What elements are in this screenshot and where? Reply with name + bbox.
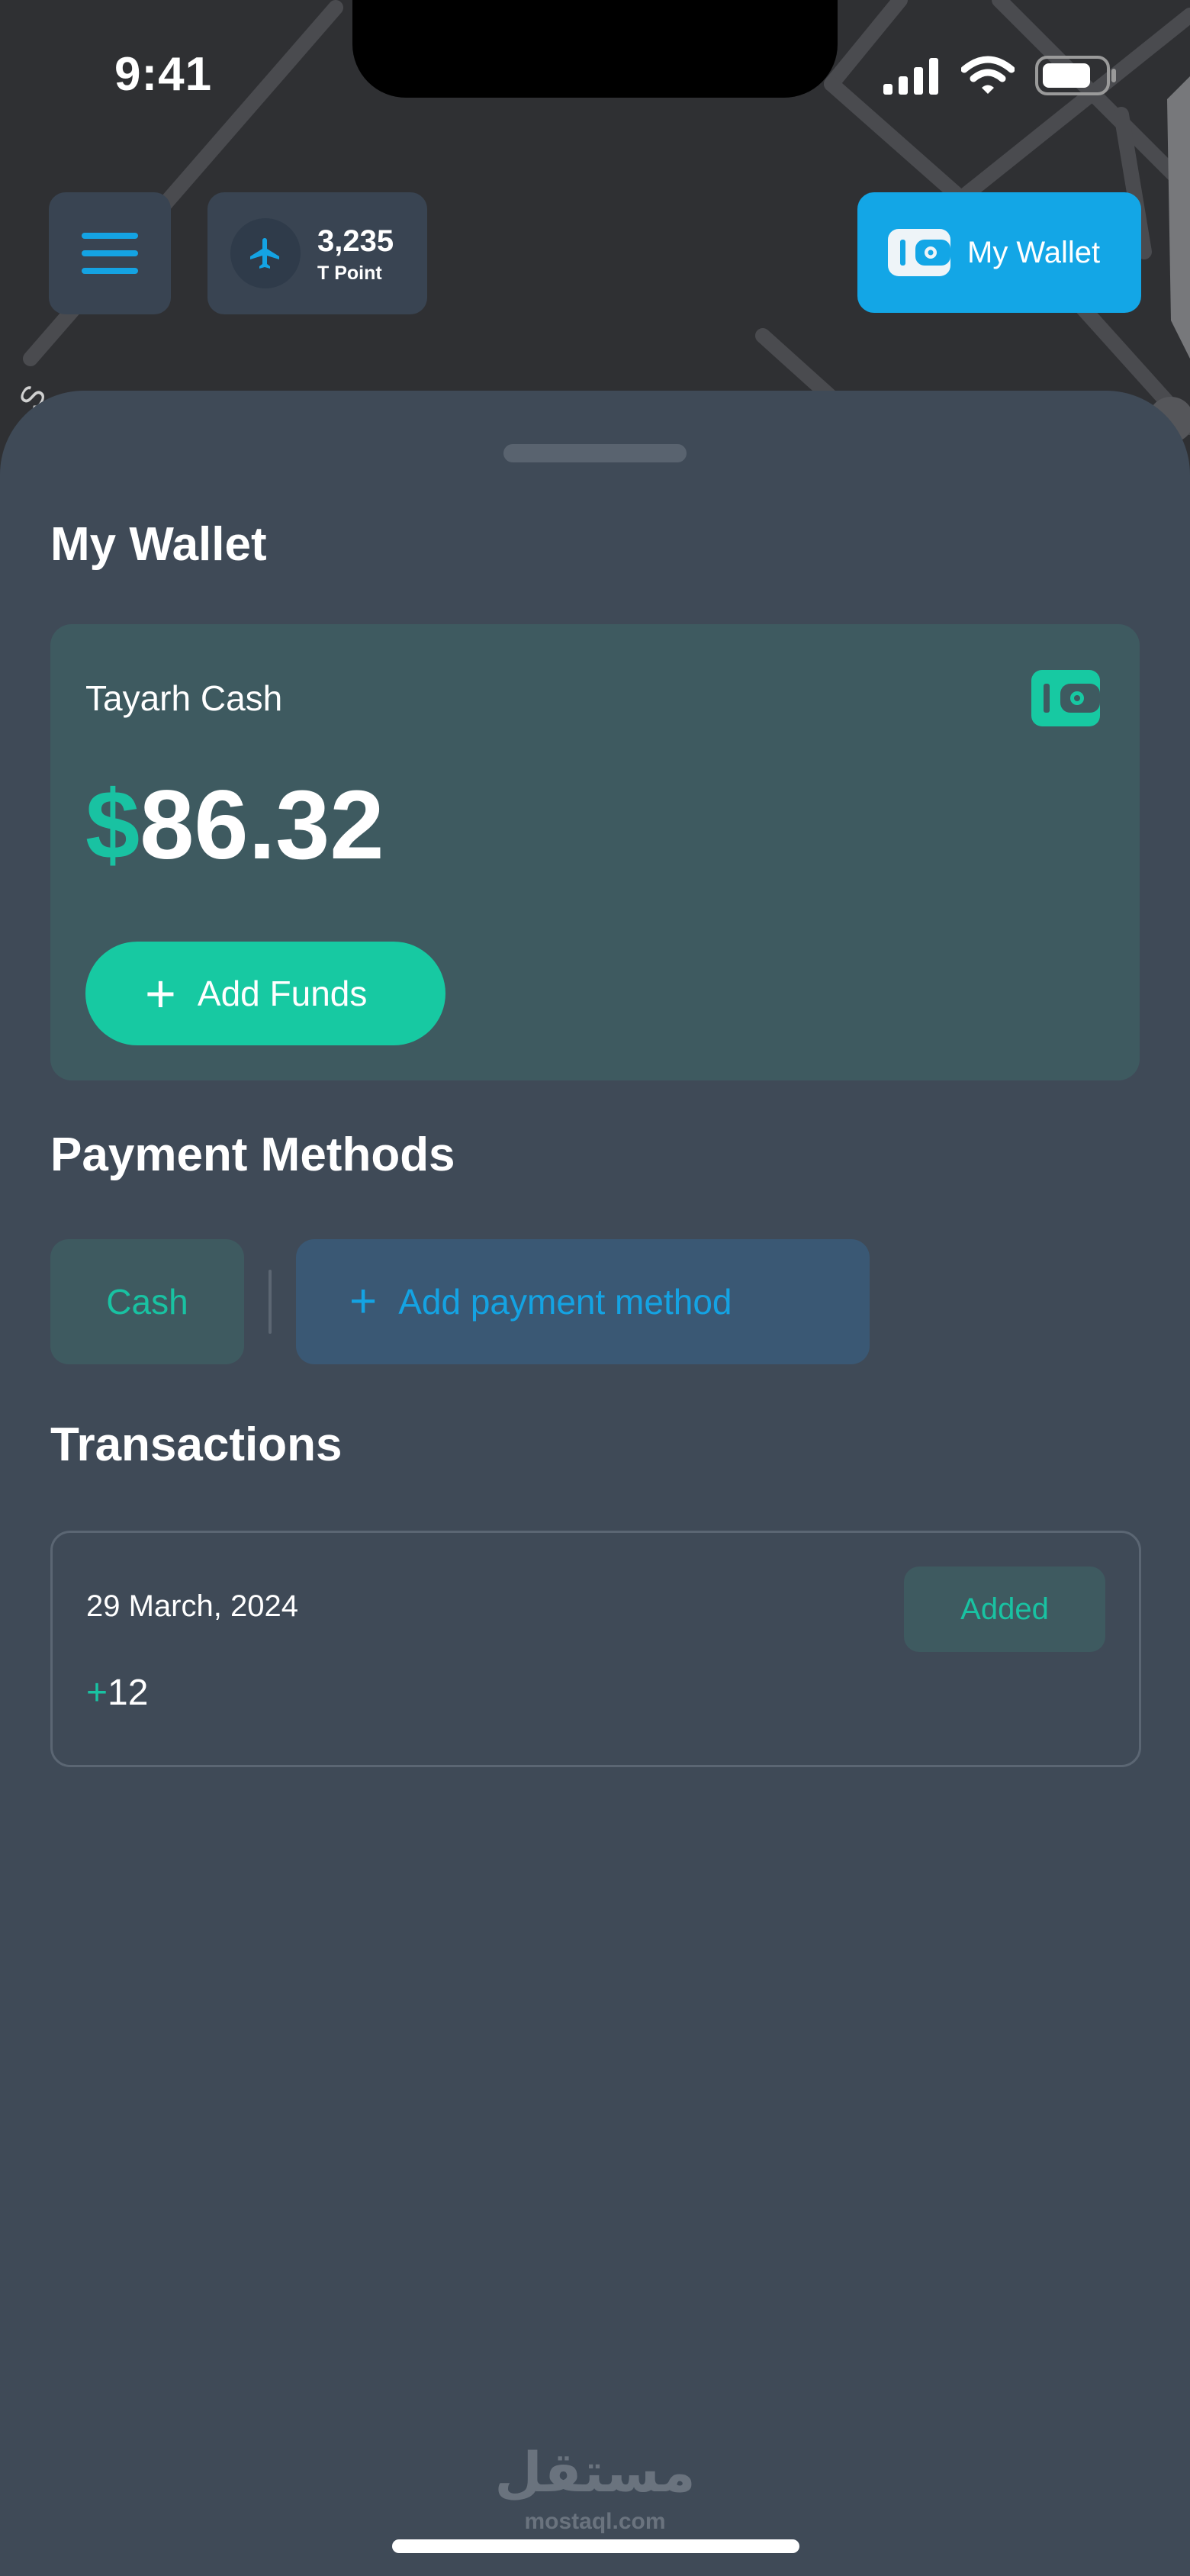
my-wallet-button[interactable]: My Wallet xyxy=(857,192,1141,313)
status-badge: Added xyxy=(904,1567,1105,1652)
amount-value: 12 xyxy=(108,1673,149,1713)
hamburger-menu-icon xyxy=(82,233,138,274)
my-wallet-button-label: My Wallet xyxy=(967,235,1101,269)
watermark-arabic: مستقل xyxy=(494,2442,696,2504)
add-payment-method-label: Add payment method xyxy=(398,1282,732,1322)
currency-symbol: $ xyxy=(85,771,140,880)
payment-method-cash[interactable]: Cash xyxy=(50,1239,244,1364)
divider xyxy=(269,1270,272,1334)
add-funds-button[interactable]: + Add Funds xyxy=(85,942,445,1045)
balance-card-label: Tayarh Cash xyxy=(85,678,283,718)
balance-value: 86.32 xyxy=(140,771,384,880)
payment-methods-title: Payment Methods xyxy=(50,1129,455,1181)
amount-sign: + xyxy=(86,1673,108,1713)
airplane-icon xyxy=(250,238,279,269)
status-icons xyxy=(883,55,1117,96)
page-title: My Wallet xyxy=(50,518,267,571)
transaction-amount: +12 xyxy=(86,1672,148,1714)
wallet-sheet: My Wallet Tayarh Cash $86.32 + Add Funds… xyxy=(0,391,1190,2576)
balance-card: Tayarh Cash $86.32 + Add Funds xyxy=(50,624,1140,1080)
balance-amount: $86.32 xyxy=(85,777,384,874)
points-icon-circle xyxy=(230,218,301,288)
plus-icon: + xyxy=(349,1275,378,1328)
wifi-icon xyxy=(961,56,1015,94)
points-chip[interactable]: 3,235 T Point xyxy=(207,192,427,314)
plus-icon: + xyxy=(145,964,176,1023)
status-time: 9:41 xyxy=(114,48,213,101)
points-value: 3,235 xyxy=(317,224,394,258)
points-label: T Point xyxy=(317,262,382,284)
cellular-signal-icon xyxy=(883,58,938,95)
transaction-item[interactable]: 29 March, 2024 Added +12 xyxy=(50,1531,1141,1767)
add-funds-label: Add Funds xyxy=(197,974,368,1013)
watermark-url: mostaql.com xyxy=(524,2509,666,2534)
transaction-date: 29 March, 2024 xyxy=(86,1589,298,1623)
add-payment-method-button[interactable]: + Add payment method xyxy=(296,1239,870,1364)
transactions-title: Transactions xyxy=(50,1418,343,1471)
device-notch xyxy=(352,0,838,98)
sheet-drag-handle[interactable] xyxy=(503,444,687,462)
wallet-icon xyxy=(888,229,950,276)
wallet-icon xyxy=(1031,670,1100,726)
menu-button[interactable] xyxy=(49,192,171,314)
home-indicator xyxy=(392,2539,799,2553)
battery-icon xyxy=(1035,56,1116,95)
